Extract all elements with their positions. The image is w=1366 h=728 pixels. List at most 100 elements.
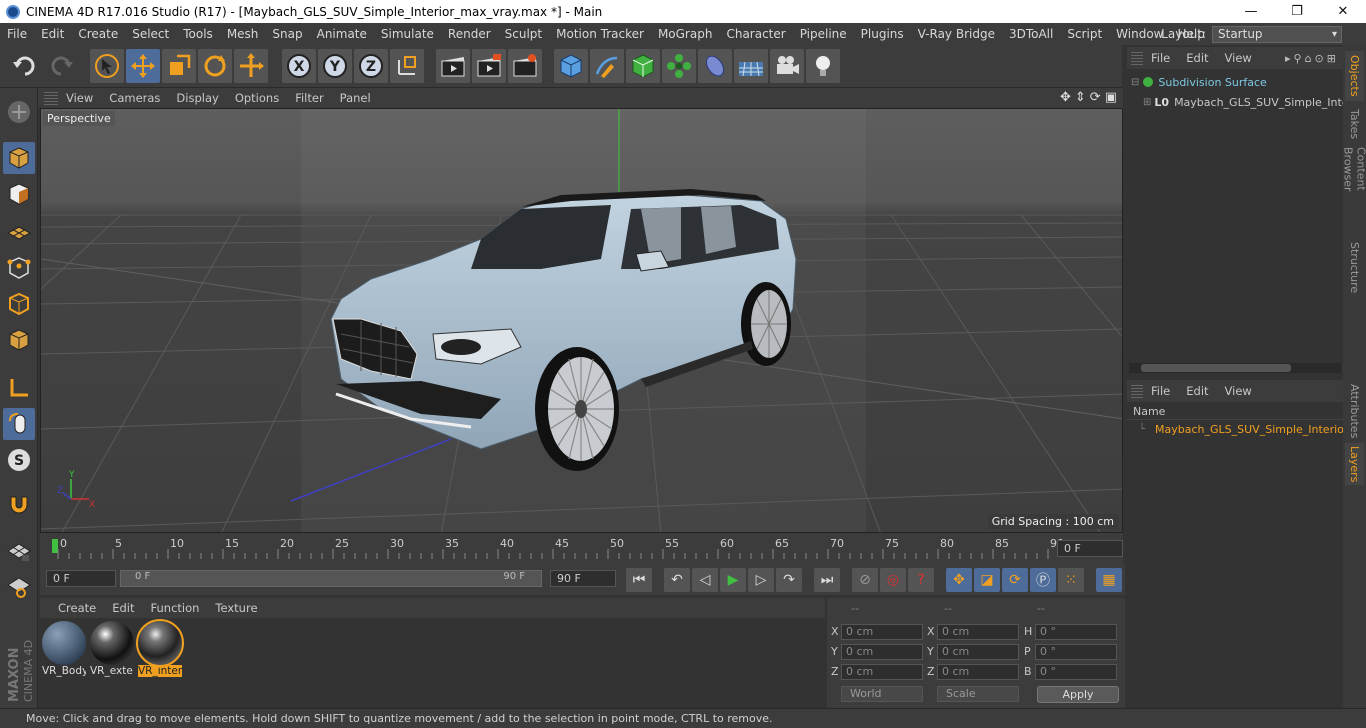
polygon-mode-icon[interactable] [3, 324, 35, 356]
tab-takes[interactable]: Takes [1345, 107, 1364, 141]
coord-mode-scale-dropdown[interactable]: Scale [937, 686, 1019, 702]
layout-dropdown[interactable]: Startup [1212, 25, 1342, 43]
tab-structure[interactable]: Structure [1345, 241, 1364, 295]
move-tool-icon[interactable] [126, 49, 160, 83]
menu-select[interactable]: Select [125, 27, 176, 41]
menu-vray-bridge[interactable]: V-Ray Bridge [911, 27, 1002, 41]
record-scale-icon[interactable]: ◪ [974, 568, 1000, 592]
y-axis-lock-icon[interactable]: Y [318, 49, 352, 83]
point-mode-icon[interactable] [3, 252, 35, 284]
subdivision-surface-icon[interactable] [626, 49, 660, 83]
rotation-p-field[interactable]: 0 ° [1035, 644, 1117, 660]
panel-grip-icon[interactable] [44, 91, 58, 105]
axis-mode-icon[interactable] [3, 372, 35, 404]
cloner-icon[interactable] [662, 49, 696, 83]
playhead[interactable] [52, 539, 58, 553]
material-swatch[interactable]: VR_inter [136, 619, 184, 679]
position-x-field[interactable]: 0 cm [841, 624, 923, 640]
scale-tool-icon[interactable] [162, 49, 196, 83]
snapping-icon[interactable] [3, 488, 35, 520]
menu-edit[interactable]: Edit [34, 27, 71, 41]
object-menu-view[interactable]: View [1217, 51, 1260, 65]
viewport-menu-filter[interactable]: Filter [287, 91, 331, 105]
object-row[interactable]: ⊟ Subdivision Surface [1127, 73, 1343, 91]
play-forward-icon[interactable]: ▶ [720, 568, 746, 592]
object-horizontal-scrollbar[interactable] [1129, 363, 1341, 373]
panel-grip-icon[interactable] [1131, 51, 1143, 65]
autokeying-icon[interactable]: ◎ [880, 568, 906, 592]
tree-expand-icon[interactable]: ⊞ [1143, 97, 1151, 108]
timeline-ruler[interactable]: 051015202530354045505560657075808590 0 F [40, 533, 1123, 563]
dolly-view-icon[interactable]: ⇕ [1075, 90, 1086, 105]
maximize-button[interactable]: ❐ [1274, 0, 1320, 23]
object-menu-edit[interactable]: Edit [1178, 51, 1216, 65]
viewport-menu-options[interactable]: Options [227, 91, 287, 105]
rotation-h-field[interactable]: 0 ° [1035, 624, 1117, 640]
menu-simulate[interactable]: Simulate [374, 27, 441, 41]
keyframe-selection-icon[interactable]: ? [908, 568, 934, 592]
viewport-menu-panel[interactable]: Panel [332, 91, 379, 105]
tab-content-browser[interactable]: Content Browser [1342, 147, 1366, 235]
render-settings-icon[interactable] [508, 49, 542, 83]
undo-icon[interactable] [8, 49, 42, 83]
rotation-b-field[interactable]: 0 ° [1035, 664, 1117, 680]
rotate-view-icon[interactable]: ⟳ [1090, 90, 1101, 105]
tweak-mode-icon[interactable] [3, 408, 35, 440]
menu-snap[interactable]: Snap [265, 27, 309, 41]
material-swatch[interactable]: VR_exte [90, 621, 134, 679]
menu-mograph[interactable]: MoGraph [651, 27, 720, 41]
material-menu-texture[interactable]: Texture [207, 601, 265, 615]
edge-mode-icon[interactable] [3, 288, 35, 320]
panel-grip-icon[interactable] [1131, 384, 1143, 398]
record-position-icon[interactable]: ✥ [946, 568, 972, 592]
coord-mode-world-dropdown[interactable]: World [841, 686, 923, 702]
light-icon[interactable] [806, 49, 840, 83]
size-y-field[interactable]: 0 cm [937, 644, 1019, 660]
position-z-field[interactable]: 0 cm [841, 664, 923, 680]
record-point-level-icon[interactable]: ⁙ [1058, 568, 1084, 592]
layer-menu-view[interactable]: View [1217, 384, 1260, 398]
spline-pen-icon[interactable] [590, 49, 624, 83]
layer-row[interactable]: └ Maybach_GLS_SUV_Simple_Interior [1127, 420, 1343, 438]
workplane-mode-icon[interactable] [3, 214, 35, 246]
solo-mode-icon[interactable]: S [3, 444, 35, 476]
record-rotation-icon[interactable]: ⟳ [1002, 568, 1028, 592]
record-active-icon[interactable]: ⊘ [852, 568, 878, 592]
start-frame-field[interactable]: 0 F [46, 570, 116, 587]
menu-3dtoall[interactable]: 3DToAll [1002, 27, 1060, 41]
range-slider[interactable]: 0 F 90 F [120, 570, 542, 587]
menu-mesh[interactable]: Mesh [220, 27, 266, 41]
menu-tools[interactable]: Tools [176, 27, 220, 41]
menu-character[interactable]: Character [719, 27, 792, 41]
z-axis-lock-icon[interactable]: Z [354, 49, 388, 83]
next-frame-icon[interactable]: ▷ [748, 568, 774, 592]
rotate-tool-icon[interactable] [198, 49, 232, 83]
menu-create[interactable]: Create [71, 27, 125, 41]
workplane-icon[interactable] [3, 534, 35, 566]
tab-attributes[interactable]: Attributes [1345, 383, 1364, 439]
viewport-menu-display[interactable]: Display [168, 91, 226, 105]
timeline-window-icon[interactable]: ▦ [1096, 568, 1122, 592]
next-keyframe-icon[interactable]: ↷ [776, 568, 802, 592]
material-menu-create[interactable]: Create [40, 601, 104, 615]
menu-motion-tracker[interactable]: Motion Tracker [549, 27, 651, 41]
render-to-picture-viewer-icon[interactable] [472, 49, 506, 83]
viewport-menu-cameras[interactable]: Cameras [101, 91, 168, 105]
camera-icon[interactable] [770, 49, 804, 83]
live-selection-icon[interactable] [90, 49, 124, 83]
deformer-icon[interactable] [698, 49, 732, 83]
object-manager-tools-icon[interactable]: ▸⚲⌂⊙⊞ [1285, 52, 1339, 65]
material-menu-edit[interactable]: Edit [104, 601, 142, 615]
object-menu-file[interactable]: File [1143, 51, 1178, 65]
menu-plugins[interactable]: Plugins [854, 27, 911, 41]
maximize-view-icon[interactable]: ▣ [1105, 90, 1117, 105]
viewport-menu-view[interactable]: View [58, 91, 101, 105]
minimize-button[interactable]: — [1228, 0, 1274, 23]
object-row[interactable]: ⊞ L0 Maybach_GLS_SUV_Simple_Interior [1127, 93, 1343, 111]
menu-sculpt[interactable]: Sculpt [498, 27, 549, 41]
layer-menu-edit[interactable]: Edit [1178, 384, 1216, 398]
record-parameter-icon[interactable]: Ⓟ [1030, 568, 1056, 592]
move-view-icon[interactable]: ✥ [1060, 90, 1071, 105]
menu-pipeline[interactable]: Pipeline [793, 27, 854, 41]
perspective-viewport[interactable]: Y X Z Perspective Grid Spacing : 100 cm [40, 108, 1123, 533]
